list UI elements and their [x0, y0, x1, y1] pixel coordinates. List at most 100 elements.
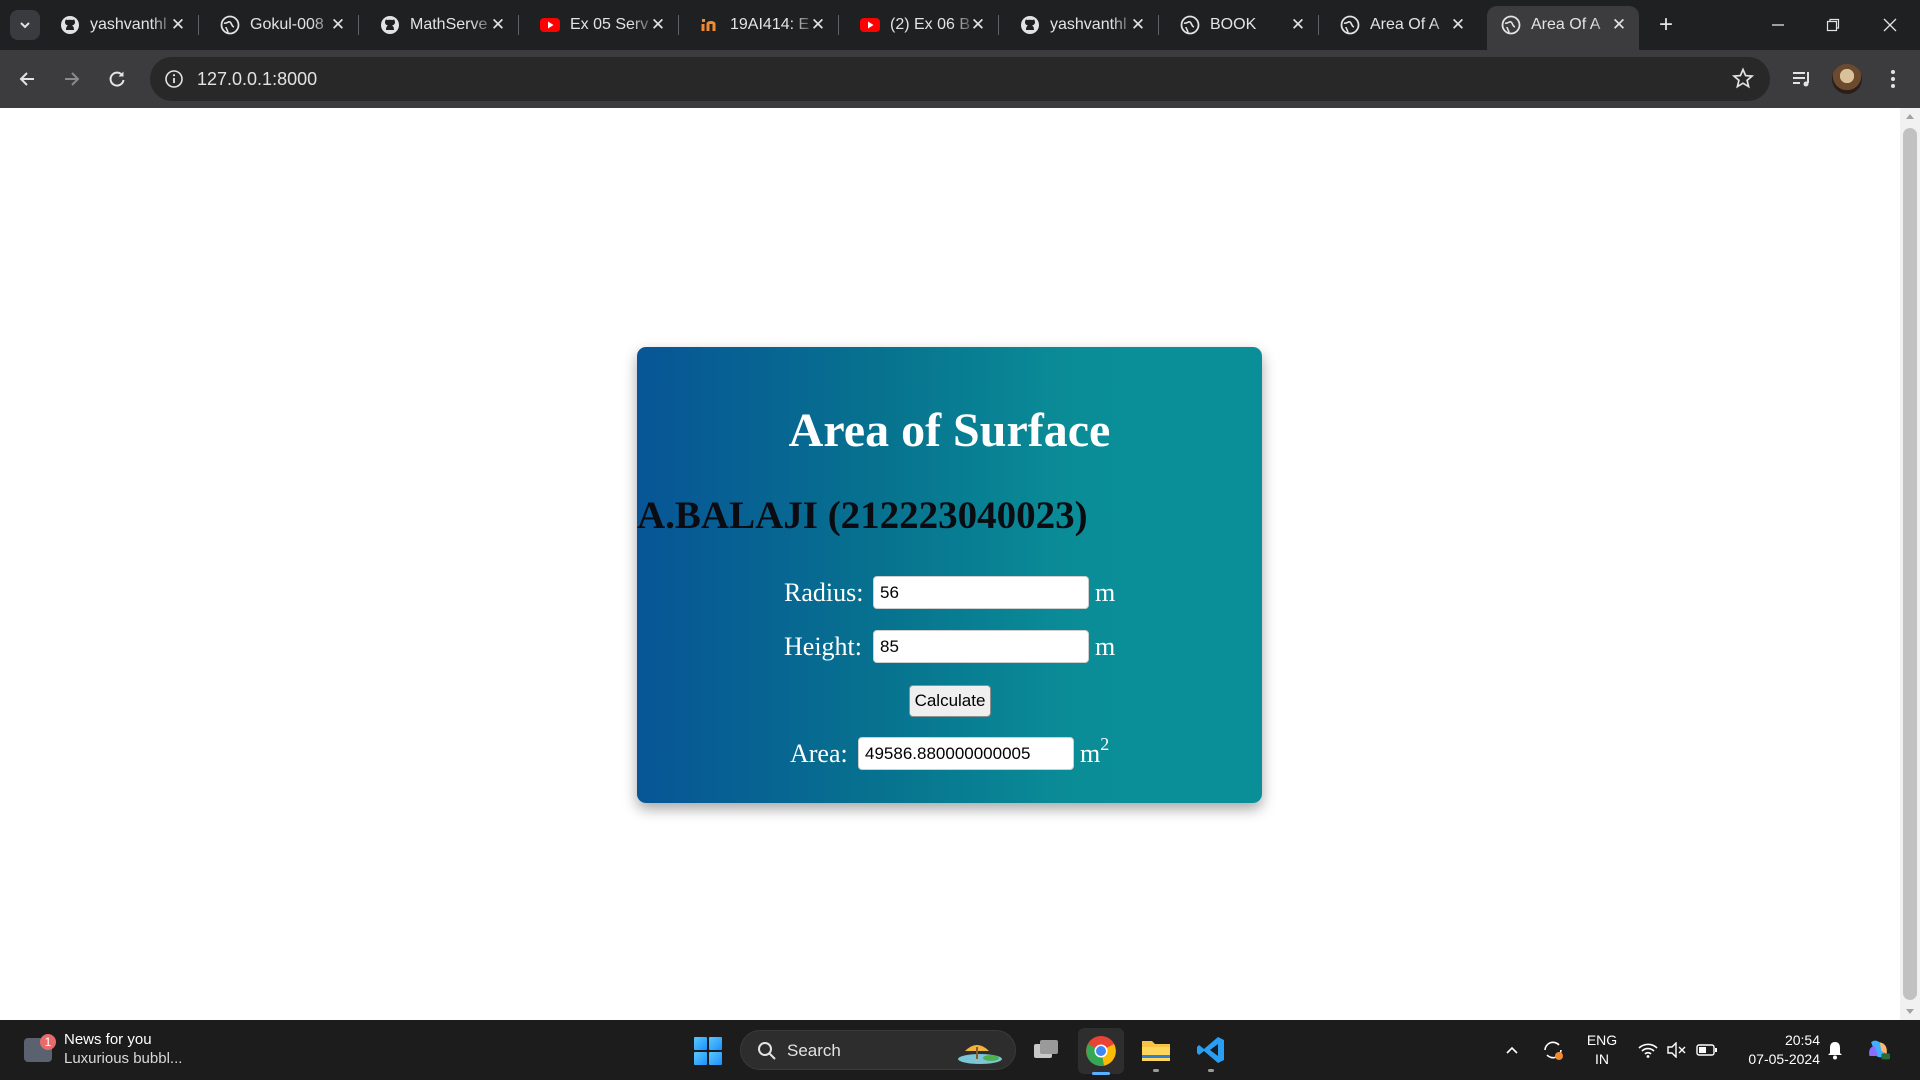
battery-tray-button[interactable]	[1695, 1038, 1719, 1062]
height-unit: m	[1095, 632, 1116, 661]
task-view-app[interactable]	[1028, 1032, 1064, 1068]
area-label: Area:	[790, 739, 848, 768]
area-row: Area: 49586.880000000005 m2	[637, 734, 1262, 771]
restore-button[interactable]	[1803, 0, 1863, 50]
height-row: Height: 85 m	[637, 630, 1262, 664]
search-label: Search	[787, 1041, 841, 1060]
volume-tray-button[interactable]	[1664, 1038, 1688, 1062]
language-code: ENG	[1586, 1032, 1618, 1048]
windows-taskbar: 1 News for you Luxurious bubbl... Search…	[0, 1020, 1920, 1080]
show-hidden-icons-button[interactable]	[1500, 1038, 1524, 1062]
close-icon[interactable]: ✕	[168, 15, 188, 35]
browser-tab-active[interactable]: Area Of A ✕	[1487, 6, 1639, 50]
chrome-icon	[1086, 1036, 1116, 1066]
calculator-form: Radius: 56 m Height: 85 m Calculate Area…	[637, 347, 1262, 803]
news-widget[interactable]: 1 News for you Luxurious bubbl...	[20, 1028, 240, 1072]
tab-title: (2) Ex 06 B	[890, 16, 971, 33]
radius-unit: m	[1095, 578, 1116, 607]
windows-logo-pane	[709, 1052, 722, 1065]
close-icon[interactable]: ✕	[328, 15, 348, 35]
close-icon[interactable]: ✕	[808, 15, 828, 35]
active-indicator	[1092, 1072, 1110, 1075]
browser-tab[interactable]: 19AI414: E ✕	[686, 6, 839, 44]
forward-button[interactable]	[56, 63, 88, 95]
reload-button[interactable]	[101, 63, 133, 95]
clock-time: 20:54	[1784, 1032, 1820, 1048]
close-icon[interactable]: ✕	[1448, 15, 1468, 35]
arrow-right-icon	[65, 72, 80, 86]
close-icon[interactable]: ✕	[648, 15, 668, 35]
task-view-icon	[1034, 1040, 1058, 1058]
close-icon[interactable]: ✕	[488, 15, 508, 35]
tab-separator	[1158, 15, 1159, 35]
github-icon	[1020, 15, 1040, 35]
notifications-button[interactable]	[1823, 1038, 1847, 1062]
browser-tab-strip: yashvanthl ✕ Gokul-008 ✕ MathServe ✕ Ex …	[0, 0, 1920, 50]
reload-icon	[109, 71, 125, 87]
system-clock[interactable]: 20:54 07-05-2024	[1730, 1031, 1820, 1069]
area-unit: m2	[1080, 734, 1110, 771]
tab-title: yashvanthl	[90, 16, 167, 33]
globe-icon	[1180, 15, 1200, 35]
browser-tab[interactable]: Gokul-008 ✕	[206, 6, 359, 44]
browser-menu-button[interactable]	[1878, 64, 1908, 94]
iamneo-icon	[700, 15, 720, 35]
language-indicator[interactable]: ENG IN	[1582, 1031, 1622, 1069]
arrow-left-icon	[19, 72, 34, 86]
browser-tab[interactable]: yashvanthl ✕	[1006, 6, 1159, 44]
taskbar-search[interactable]: Search	[740, 1030, 1016, 1070]
vscode-app[interactable]	[1193, 1032, 1229, 1072]
browser-tab[interactable]: Ex 05 Serv ✕	[526, 6, 679, 44]
address-url: 127.0.0.1:8000	[197, 69, 318, 89]
media-queue-icon	[1793, 72, 1809, 87]
clock-date: 07-05-2024	[1748, 1051, 1820, 1067]
address-bar[interactable]: 127.0.0.1:8000	[150, 57, 1770, 101]
page-scrollbar[interactable]	[1900, 108, 1920, 1020]
browser-tab[interactable]: (2) Ex 06 B ✕	[846, 6, 999, 44]
media-control-button[interactable]	[1787, 64, 1817, 94]
start-button[interactable]	[694, 1037, 722, 1065]
scroll-up-arrow[interactable]	[1906, 114, 1914, 119]
copilot-button[interactable]	[1866, 1038, 1890, 1062]
browser-tab[interactable]: yashvanthl ✕	[46, 6, 199, 44]
close-window-button[interactable]	[1860, 0, 1920, 50]
radius-input[interactable]: 56	[873, 576, 1089, 609]
area-unit-power: 2	[1100, 734, 1110, 754]
volume-muted-icon	[1667, 1042, 1686, 1058]
close-icon[interactable]: ✕	[1288, 15, 1308, 35]
chrome-taskbar-app[interactable]	[1078, 1028, 1124, 1075]
browser-tab[interactable]: Area Of A ✕	[1326, 6, 1478, 44]
close-icon[interactable]: ✕	[1128, 15, 1148, 35]
globe-icon	[1501, 15, 1521, 35]
calculate-button[interactable]: Calculate	[909, 685, 991, 717]
tab-title: Area Of A	[1531, 16, 1601, 33]
browser-tab[interactable]: MathServe ✕	[366, 6, 519, 44]
tab-title: Ex 05 Serv	[570, 16, 649, 33]
tab-title: Area Of A	[1370, 16, 1440, 33]
file-explorer-app[interactable]	[1138, 1032, 1174, 1072]
site-info-icon[interactable]	[162, 67, 186, 91]
folder-icon	[1142, 1041, 1170, 1061]
scroll-thumb[interactable]	[1903, 128, 1917, 1000]
restore-icon	[1826, 18, 1840, 32]
new-tab-button[interactable]: +	[1651, 10, 1681, 40]
wifi-tray-button[interactable]	[1636, 1038, 1660, 1062]
tab-search-button[interactable]	[10, 10, 40, 40]
height-input[interactable]: 85	[873, 630, 1089, 663]
close-icon[interactable]: ✕	[1609, 15, 1629, 35]
back-button[interactable]	[11, 63, 43, 95]
wifi-icon	[1638, 1043, 1658, 1058]
battery-icon	[1696, 1044, 1717, 1056]
browser-tab[interactable]: BOOK ✕	[1166, 6, 1319, 44]
bookmark-star-icon[interactable]	[1730, 66, 1756, 92]
minimize-button[interactable]	[1748, 0, 1808, 50]
tab-title: yashvanthl	[1050, 16, 1127, 33]
tab-title: MathServe	[410, 16, 488, 33]
chevron-up-icon	[1506, 1046, 1518, 1054]
sync-tray-button[interactable]	[1541, 1038, 1565, 1062]
close-icon[interactable]: ✕	[968, 15, 988, 35]
vscode-icon	[1197, 1037, 1224, 1063]
area-output[interactable]: 49586.880000000005	[858, 737, 1074, 770]
profile-avatar[interactable]	[1832, 64, 1862, 94]
scroll-down-arrow[interactable]	[1906, 1009, 1914, 1014]
